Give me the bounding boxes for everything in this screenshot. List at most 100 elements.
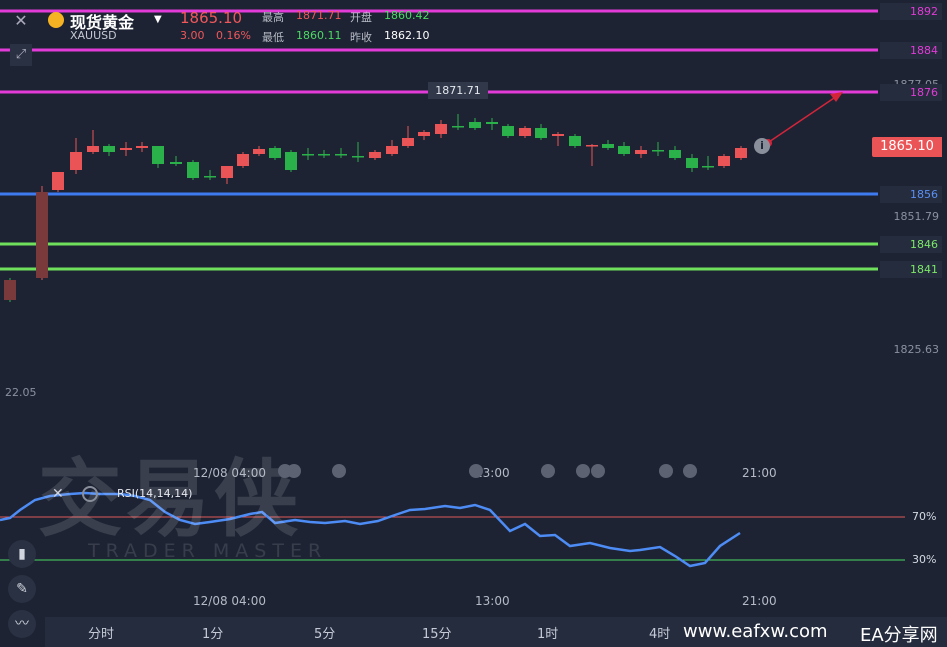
candle-body [70, 152, 82, 170]
candle-body [669, 150, 681, 158]
event-dot[interactable] [332, 464, 346, 478]
candle-body [87, 146, 99, 152]
candle-body [686, 158, 698, 168]
time-label: 13:00 [475, 594, 510, 608]
tab-15min[interactable]: 15分 [422, 623, 452, 642]
candle-body [635, 150, 647, 154]
tab-4hour[interactable]: 4时 [649, 623, 670, 642]
candle-body [652, 150, 664, 152]
event-dot[interactable] [576, 464, 590, 478]
settings-icon[interactable] [82, 486, 98, 502]
site-url: www.eafxw.com [683, 621, 828, 642]
time-label: 21:00 [742, 594, 777, 608]
close-icon[interactable]: ✕ [10, 10, 32, 32]
prev-close-label: 昨收 [350, 31, 372, 44]
low-label: 最低 [262, 31, 284, 44]
candle-body [152, 146, 164, 164]
candle-body [402, 138, 414, 146]
change-value: 3.00 [180, 29, 205, 42]
event-dot[interactable] [469, 464, 483, 478]
candle-body [718, 156, 730, 166]
candle-body [237, 154, 249, 166]
left-axis-tick: 22.05 [5, 386, 37, 399]
tab-1min[interactable]: 1分 [202, 623, 223, 642]
level-tag-1884[interactable]: 1884 [880, 42, 942, 59]
time-label: 21:00 [742, 466, 777, 480]
rsi-lower-label: 30% [912, 553, 937, 566]
open-value: 1860.42 [384, 9, 430, 22]
coin-icon [48, 12, 64, 28]
chart-app: 交易侠 TRADER MASTER ✕ ⤢ 现货黄金 ▼ XAUUSD 1865… [0, 0, 947, 647]
current-price-tag: 1865.10 [872, 137, 942, 157]
pen-icon[interactable]: ✎ [8, 575, 36, 603]
chevron-down-icon[interactable]: ▼ [154, 14, 162, 25]
candle-body [702, 166, 714, 168]
time-label: 12/08 04:00 [193, 594, 266, 608]
draw-tool-icon[interactable]: ⤢ [10, 44, 32, 66]
candle-body [602, 144, 614, 148]
tab-timeshare[interactable]: 分时 [88, 623, 114, 642]
candle-body [187, 162, 199, 178]
level-tag-1876[interactable]: 1876 [880, 84, 942, 101]
candle-body [352, 156, 364, 158]
candle-body [486, 122, 498, 124]
line-tool-icon[interactable]: 〰 [8, 610, 36, 638]
candle-body [386, 146, 398, 154]
tab-1hour[interactable]: 1时 [537, 623, 558, 642]
candle-body [369, 152, 381, 158]
watermark-subtitle: TRADER MASTER [88, 540, 328, 562]
indicator-icon[interactable]: ▮ [8, 540, 36, 568]
candle-body [586, 145, 598, 147]
candle-body [120, 148, 132, 150]
symbol-code: XAUUSD [70, 29, 117, 42]
level-tag-1856[interactable]: 1856 [880, 186, 942, 203]
close-icon[interactable]: ✕ [52, 486, 64, 502]
candle-body [569, 136, 581, 146]
tab-5min[interactable]: 5分 [314, 623, 335, 642]
axis-tick: 1851.79 [893, 210, 940, 223]
event-dot[interactable] [591, 464, 605, 478]
candle-body [552, 134, 564, 136]
rsi-upper-label: 70% [912, 510, 937, 523]
event-dot[interactable] [683, 464, 697, 478]
candle-body [735, 148, 747, 158]
event-dot[interactable] [659, 464, 673, 478]
candle-body [435, 124, 447, 134]
candle-body [170, 162, 182, 164]
candle-body [335, 154, 347, 156]
candle-body [285, 152, 297, 170]
open-label: 开盘 [350, 11, 372, 24]
candle-body [469, 122, 481, 128]
low-value: 1860.11 [296, 29, 342, 42]
candle-body [519, 128, 531, 136]
candle-body [618, 146, 630, 154]
level-tag-1892[interactable]: 1892 [880, 3, 942, 20]
candle-body [253, 149, 265, 154]
rsi-label: RSI(14,14,14) [117, 487, 193, 500]
candle-body [52, 172, 64, 190]
trend-arrow-line [762, 93, 841, 147]
level-tag-1841[interactable]: 1841 [880, 261, 942, 278]
last-price: 1865.10 [180, 9, 243, 27]
candle-body [535, 128, 547, 138]
event-dot[interactable] [287, 464, 301, 478]
prev-close-value: 1862.10 [384, 29, 430, 42]
candle-body [418, 132, 430, 136]
candle-body [204, 176, 216, 178]
candle-body [221, 166, 233, 178]
candle-body [4, 280, 16, 300]
candle-body [136, 146, 148, 148]
candlestick-series [4, 114, 747, 302]
level-tag-1846[interactable]: 1846 [880, 236, 942, 253]
event-dot[interactable] [541, 464, 555, 478]
candle-body [36, 192, 48, 278]
candle-body [502, 126, 514, 136]
change-percent: 0.16% [216, 29, 251, 42]
high-value: 1871.71 [296, 9, 342, 22]
candle-body [318, 154, 330, 156]
candle-body [269, 148, 281, 158]
candle-body [452, 126, 464, 128]
candle-body [103, 146, 115, 152]
high-label: 最高 [262, 11, 284, 24]
info-icon[interactable]: i [754, 138, 770, 154]
